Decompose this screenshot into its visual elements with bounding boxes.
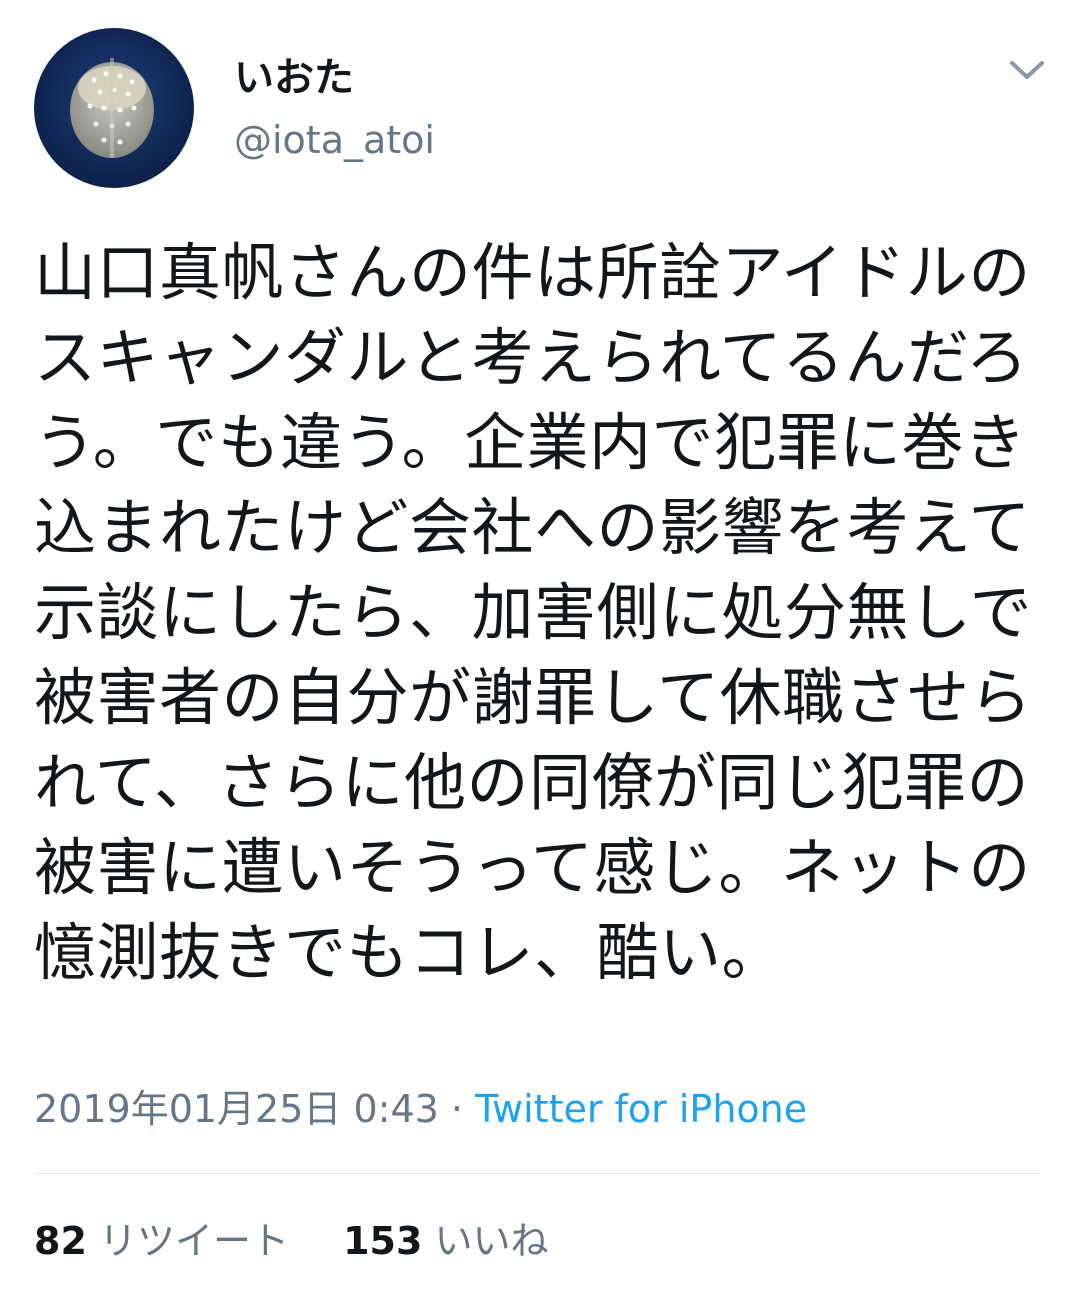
- tweet-text: 山口真帆さんの件は所詮アイドルのスキャンダルと考えられてるんだろう。でも違う。企…: [34, 236, 1033, 989]
- retweets-stat[interactable]: 82 リツイート: [34, 1219, 301, 1263]
- tweet-stats: 82 リツイート 153 いいね: [34, 1216, 549, 1266]
- retweets-label: リツイート: [98, 1219, 289, 1263]
- user-handle[interactable]: @iota_atoi: [234, 116, 435, 164]
- avatar[interactable]: [34, 28, 194, 188]
- meta-separator: ·: [450, 1087, 464, 1131]
- chevron-down-icon[interactable]: [1006, 55, 1048, 85]
- likes-count: 153: [343, 1219, 423, 1263]
- timestamp[interactable]: 2019年01月25日 0:43: [34, 1087, 439, 1131]
- jellyfish-avatar: [34, 28, 194, 188]
- divider: [34, 1173, 1040, 1174]
- source-link[interactable]: Twitter for iPhone: [475, 1087, 807, 1131]
- tweet-meta: 2019年01月25日 0:43 · Twitter for iPhone: [34, 1084, 807, 1134]
- likes-label: いいね: [434, 1219, 549, 1263]
- display-name[interactable]: いおた: [234, 52, 354, 104]
- retweets-count: 82: [34, 1219, 87, 1263]
- likes-stat[interactable]: 153 いいね: [343, 1219, 548, 1263]
- tweet-detail: いおた @iota_atoi 山口真帆さんの件は所詮アイドルのスキャンダルと考え…: [0, 0, 1077, 1304]
